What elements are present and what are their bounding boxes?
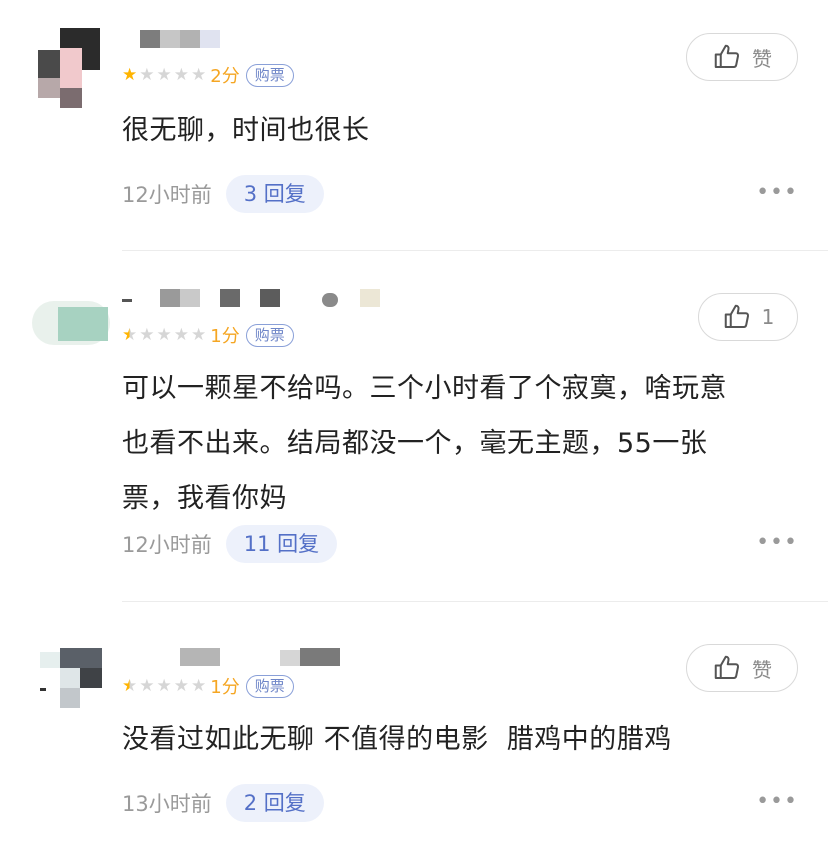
thumbs-up-icon [724, 304, 749, 328]
comment-item: ★ ★ ★ ★ ★ 1分 购票 1 可以一颗星不给吗。三个小时看了个寂寞，啥玩意… [0, 251, 828, 601]
username-masked [122, 289, 382, 309]
more-dots-icon[interactable]: ••• [756, 789, 798, 814]
star-icon: ★ [191, 325, 207, 345]
like-button[interactable]: 1 [698, 293, 798, 341]
username-masked [180, 648, 340, 668]
like-label: 赞 [752, 46, 772, 71]
rating-row: ★ ★ ★ ★ ★ 1分 购票 [122, 323, 294, 347]
comment-text: 没看过如此无聊 不值得的电影 腊鸡中的腊鸡 [122, 724, 672, 755]
comment-meta: 12小时前 11 回复 [122, 525, 338, 563]
rating-row: ★ ★ ★ ★ ★ 1分 购票 [122, 674, 294, 698]
star-icon: ★ [173, 676, 189, 696]
comment-meta: 13小时前 2 回复 [122, 784, 324, 822]
comment-item: ★ ★ ★ ★ ★ 2分 购票 赞 很无聊，时间也很长 12小时前 3 回复 •… [0, 0, 828, 250]
star-icon: ★ [122, 325, 138, 345]
ticket-tag: 购票 [245, 674, 294, 698]
like-button[interactable]: 赞 [686, 644, 798, 692]
reply-button[interactable]: 3 回复 [225, 175, 324, 213]
star-icon: ★ [191, 65, 207, 85]
star-icon: ★ [139, 325, 155, 345]
ticket-tag: 购票 [245, 63, 294, 87]
more-dots-icon[interactable]: ••• [756, 530, 798, 555]
thumbs-up-icon [714, 655, 740, 679]
star-icon: ★ [156, 676, 172, 696]
score-label: 1分 [210, 677, 240, 698]
star-icon: ★ [156, 325, 172, 345]
comment-text: 很无聊，时间也很长 [122, 115, 370, 146]
avatar[interactable] [32, 289, 112, 349]
star-rating: ★ ★ ★ ★ ★ [122, 326, 206, 344]
timestamp: 13小时前 [122, 792, 212, 816]
username-masked [140, 30, 220, 50]
comment-text-line: 票，我看你妈 [122, 483, 287, 514]
comment-text: 可以一颗星不给吗。三个小时看了个寂寞，啥玩意 也看不出来。结局都没一个，毫无主题… [122, 361, 788, 526]
comment-item: ★ ★ ★ ★ ★ 1分 购票 赞 没看过如此无聊 不值得的电影 腊鸡中的腊鸡 … [0, 602, 828, 865]
thumbs-up-icon [714, 44, 740, 68]
comment-text-line: 可以一颗星不给吗。三个小时看了个寂寞，啥玩意 [122, 373, 727, 404]
reply-button[interactable]: 2 回复 [225, 784, 324, 822]
like-label: 赞 [752, 657, 772, 682]
star-icon: ★ [122, 676, 138, 696]
star-icon: ★ [191, 676, 207, 696]
comment-text-line: 也看不出来。结局都没一个，毫无主题，55一张 [122, 428, 708, 459]
like-button[interactable]: 赞 [686, 33, 798, 81]
avatar[interactable] [40, 648, 102, 710]
star-icon: ★ [173, 65, 189, 85]
comment-meta: 12小时前 3 回复 [122, 175, 324, 213]
avatar[interactable] [38, 28, 108, 108]
like-count: 1 [761, 305, 775, 329]
ticket-tag: 购票 [245, 323, 294, 347]
star-rating: ★ ★ ★ ★ ★ [122, 677, 206, 695]
star-icon: ★ [139, 676, 155, 696]
score-label: 1分 [210, 326, 240, 347]
star-icon: ★ [173, 325, 189, 345]
star-rating: ★ ★ ★ ★ ★ [122, 66, 206, 84]
timestamp: 12小时前 [122, 183, 212, 207]
timestamp: 12小时前 [122, 533, 212, 557]
rating-row: ★ ★ ★ ★ ★ 2分 购票 [122, 63, 294, 87]
star-icon: ★ [139, 65, 155, 85]
more-dots-icon[interactable]: ••• [756, 180, 798, 205]
reply-button[interactable]: 11 回复 [225, 525, 338, 563]
star-icon: ★ [156, 65, 172, 85]
score-label: 2分 [210, 66, 240, 87]
star-icon: ★ [122, 65, 138, 85]
